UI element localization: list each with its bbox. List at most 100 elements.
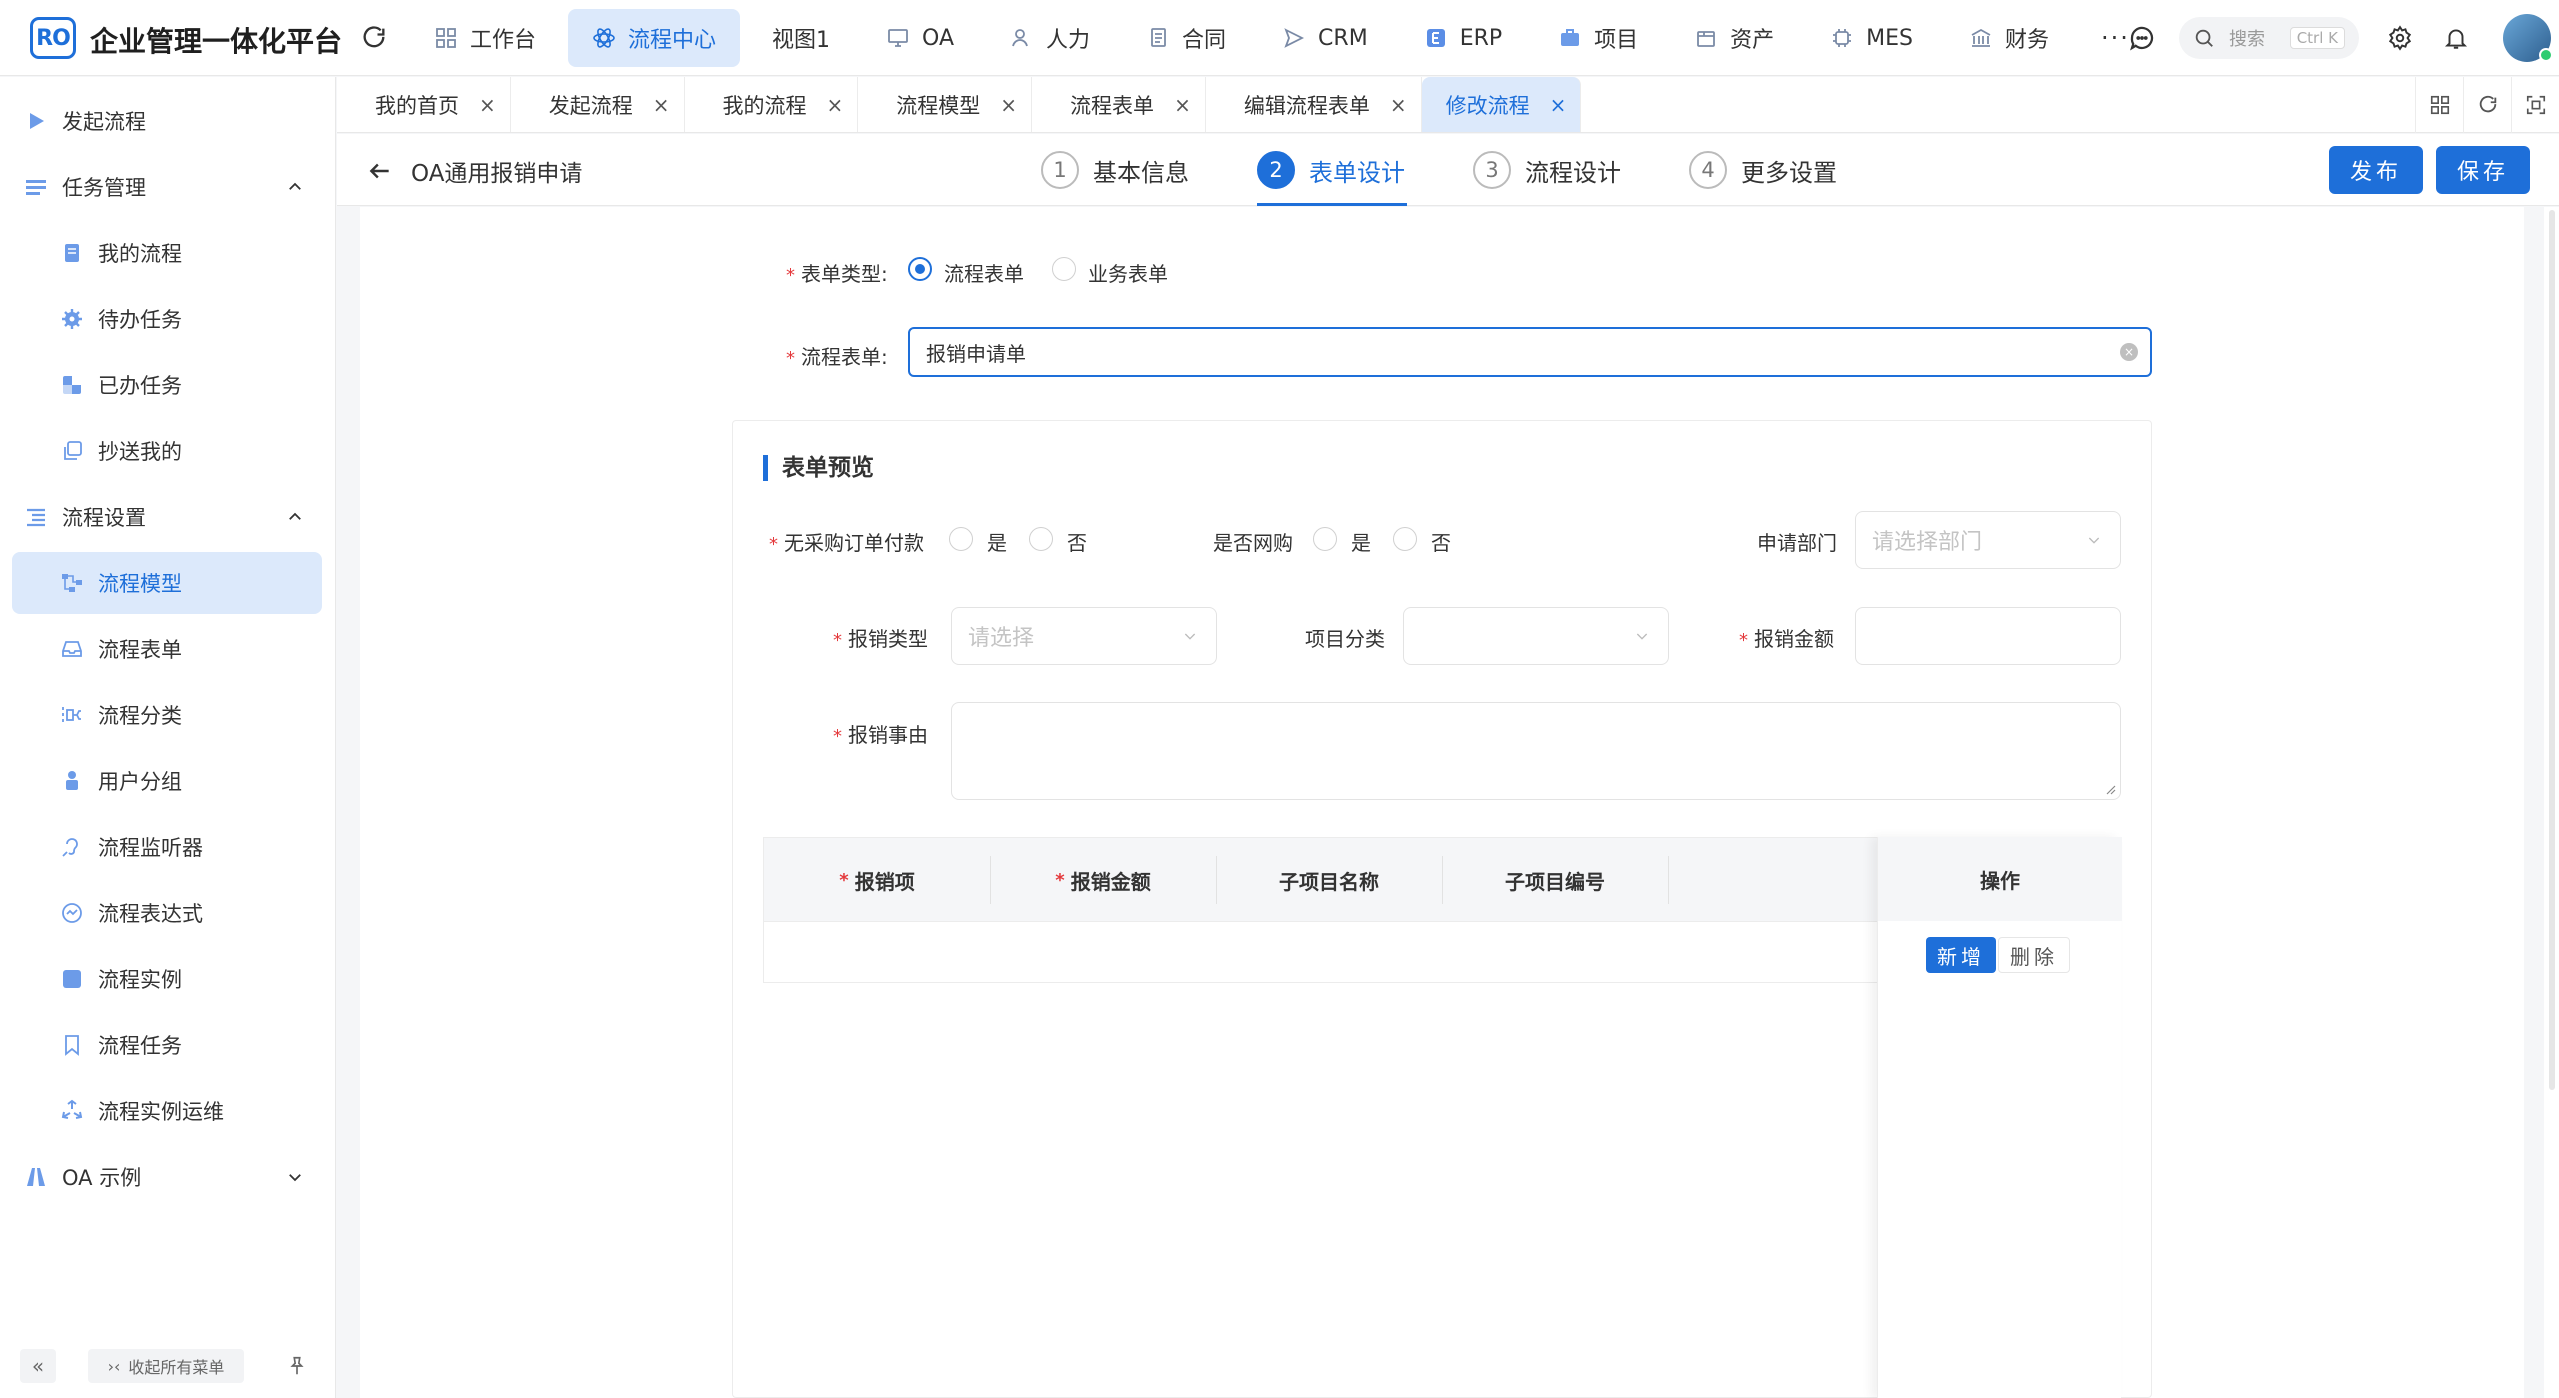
tab-edit-flow-form[interactable]: 编辑流程表单 × [1206, 77, 1422, 132]
sidebar-item-flow-listener[interactable]: 流程监听器 [12, 816, 322, 878]
step-more-settings[interactable]: 4 更多设置 [1689, 134, 1837, 206]
tab-grid-button[interactable] [2415, 77, 2463, 133]
project-category-select[interactable] [1403, 607, 1669, 665]
online-purchase-label: 是否网购 [1213, 531, 1293, 555]
page-header: OA通用报销申请 1 基本信息 2 表单设计 3 流程设计 4 更多设置 发布 … [337, 134, 2559, 206]
settings-icon[interactable] [2387, 25, 2413, 51]
tab-flow-form[interactable]: 流程表单 × [1032, 77, 1206, 132]
sidebar-item-label: 流程实例运维 [98, 1100, 224, 1124]
close-icon[interactable]: × [1550, 93, 1567, 117]
close-icon[interactable]: × [479, 93, 496, 117]
radio-business-form-label: 业务表单 [1088, 262, 1168, 286]
chevron-down-icon [1184, 633, 1196, 640]
sidebar-item-my-flows[interactable]: 我的流程 [12, 222, 322, 284]
form-type-label: * 表单类型: [786, 258, 888, 287]
radio-no-po-no[interactable] [1029, 527, 1053, 551]
sidebar-item-flow-model[interactable]: 流程模型 [12, 552, 322, 614]
collapse-all-menus-button[interactable]: ›‹ 收起所有菜单 [88, 1349, 244, 1383]
nav-item-mes[interactable]: MES [1806, 9, 1937, 67]
department-select[interactable]: 请选择部门 [1855, 511, 2121, 569]
expense-reason-textarea[interactable] [951, 702, 2121, 800]
sidebar-item-flow-expression[interactable]: 流程表达式 [12, 882, 322, 944]
sidebar-item-task-management[interactable]: 任务管理 [12, 156, 322, 218]
pin-icon[interactable] [286, 1355, 308, 1377]
nav-item-finance[interactable]: 财务 [1945, 9, 2073, 67]
close-icon[interactable]: × [1000, 93, 1017, 117]
sidebar-item-flow-settings[interactable]: 流程设置 [12, 486, 322, 548]
flow-form-label-text: 流程表单: [801, 345, 888, 369]
radio-flow-form-label: 流程表单 [944, 262, 1024, 286]
radio-flow-form[interactable] [908, 257, 932, 281]
nav-item-contract[interactable]: 合同 [1122, 9, 1250, 67]
nav-item-project[interactable]: 项目 [1534, 9, 1662, 67]
sidebar-item-flow-task[interactable]: 流程任务 [12, 1014, 322, 1076]
step-flow-design[interactable]: 3 流程设计 [1473, 134, 1621, 206]
required-mark: * [1739, 630, 1748, 651]
step-basic-info[interactable]: 1 基本信息 [1041, 134, 1189, 206]
nav-item-flow-center[interactable]: 流程中心 [568, 9, 741, 67]
close-icon[interactable]: × [827, 93, 844, 117]
nav-item-oa[interactable]: OA [862, 9, 978, 67]
nav-label: 项目 [1594, 28, 1639, 53]
radio-business-form[interactable] [1052, 257, 1076, 281]
radio-no-po-yes[interactable] [949, 527, 973, 551]
sidebar-item-start-flow[interactable]: 发起流程 [12, 90, 322, 152]
nav-item-crm[interactable]: CRM [1258, 9, 1392, 67]
sidebar-item-oa-demo[interactable]: OA 示例 [12, 1146, 322, 1208]
back-arrow-icon[interactable] [367, 158, 393, 184]
tab-home[interactable]: 我的首页 × [337, 77, 511, 132]
clear-icon[interactable]: × [2120, 343, 2138, 361]
nav-item-erp[interactable]: ERP [1400, 9, 1526, 67]
save-button[interactable]: 保存 [2436, 146, 2530, 194]
content-scrollbar-thumb[interactable] [2549, 210, 2555, 1090]
tab-flow-model[interactable]: 流程模型 × [858, 77, 1033, 132]
sidebar-item-user-group[interactable]: 用户分组 [12, 750, 322, 812]
close-icon[interactable]: × [653, 93, 670, 117]
expense-amount-input[interactable] [1855, 607, 2121, 665]
user-avatar[interactable] [2503, 14, 2553, 62]
expense-type-select[interactable]: 请选择 [951, 607, 1217, 665]
sidebar-item-cc-me[interactable]: 抄送我的 [12, 420, 322, 482]
close-icon[interactable]: × [1390, 93, 1407, 117]
nav-item-hr[interactable]: 人力 [986, 9, 1114, 67]
delete-row-button[interactable]: 删除 [1998, 937, 2070, 973]
radio-online-no[interactable] [1393, 527, 1417, 551]
step-number: 2 [1257, 151, 1295, 189]
tab-my-flows[interactable]: 我的流程 × [685, 77, 859, 132]
close-icon[interactable]: × [1174, 93, 1191, 117]
collapse-all-label: 收起所有菜单 [128, 1358, 225, 1377]
no-po-payment-label-text: 无采购订单付款 [784, 531, 924, 555]
sidebar-item-todo-tasks[interactable]: 待办任务 [12, 288, 322, 350]
sidebar-item-flow-category[interactable]: 流程分类 [12, 684, 322, 746]
tab-modify-flow[interactable]: 修改流程 × [1421, 77, 1582, 132]
nav-item-workbench[interactable]: 工作台 [410, 9, 560, 67]
tab-label: 修改流程 [1445, 93, 1530, 118]
column-header-operation: 操作 [1878, 837, 2122, 921]
add-row-button[interactable]: 新增 [1926, 937, 1996, 973]
preview-title: 表单预览 [763, 455, 874, 481]
grid-icon [2430, 95, 2449, 115]
tab-fullscreen-button[interactable] [2511, 77, 2559, 133]
flow-form-select[interactable]: 报销申请单 × [908, 327, 2152, 377]
tab-refresh-button[interactable] [2463, 77, 2511, 133]
sidebar: 发起流程 任务管理 我的流程 待办任务 已办任务 抄送我的 流程设置 流程模型 … [0, 77, 336, 1398]
sidebar-item-flow-instance[interactable]: 流程实例 [12, 948, 322, 1010]
app-logo[interactable]: RO [30, 17, 76, 59]
sidebar-item-instance-ops[interactable]: 流程实例运维 [12, 1080, 322, 1142]
global-search[interactable]: 搜索 Ctrl K [2179, 17, 2359, 59]
chat-icon[interactable] [2127, 23, 2157, 53]
refresh-icon[interactable] [360, 24, 388, 52]
sidebar-item-flow-form[interactable]: 流程表单 [12, 618, 322, 680]
column-header-label: 子项目名称 [1279, 869, 1379, 894]
tab-start-flow[interactable]: 发起流程 × [511, 77, 685, 132]
radio-online-yes[interactable] [1313, 527, 1337, 551]
publish-button[interactable]: 发布 [2329, 146, 2423, 194]
nav-item-view1[interactable]: 视图1 [748, 9, 854, 67]
collapse-sidebar-button[interactable]: « [20, 1349, 56, 1383]
bell-icon[interactable] [2443, 25, 2469, 51]
resize-handle-icon[interactable] [2104, 783, 2116, 795]
nav-item-assets[interactable]: 资产 [1670, 9, 1798, 67]
sidebar-item-label: 发起流程 [62, 110, 146, 134]
sidebar-item-done-tasks[interactable]: 已办任务 [12, 354, 322, 416]
step-form-design[interactable]: 2 表单设计 [1257, 134, 1407, 206]
